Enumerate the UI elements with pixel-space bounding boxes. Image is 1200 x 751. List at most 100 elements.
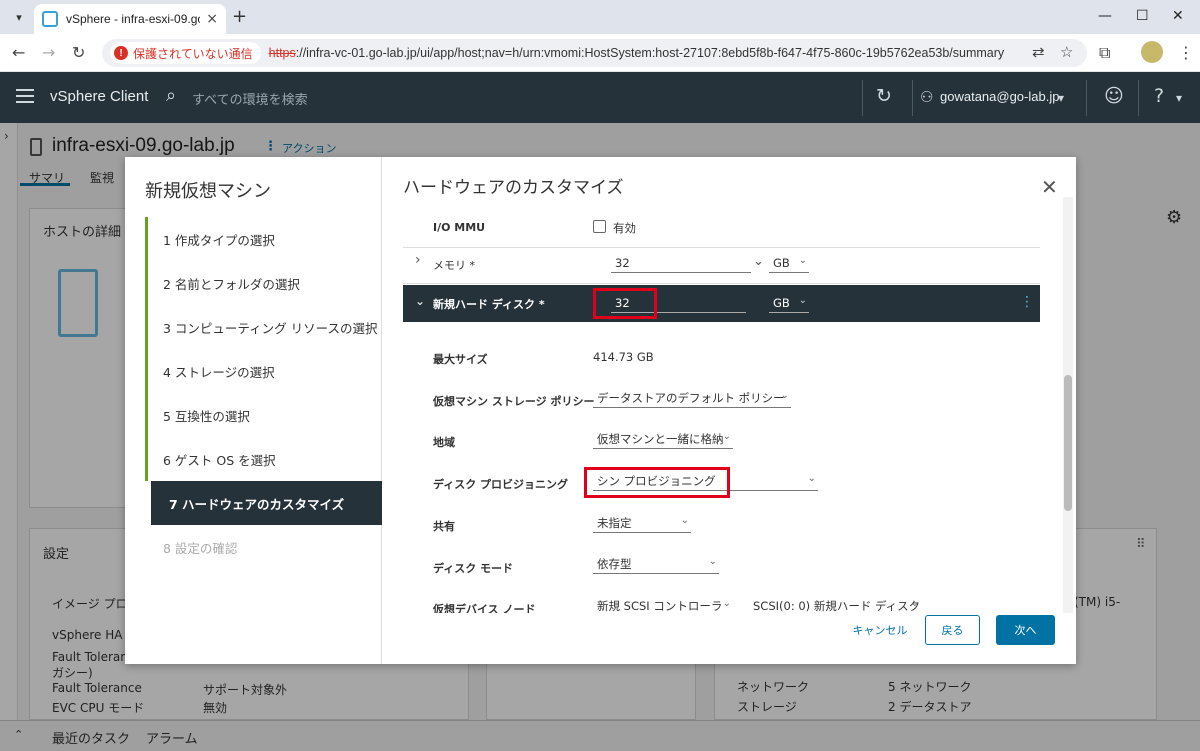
header-divider — [912, 80, 913, 116]
iommu-checkbox[interactable] — [593, 220, 606, 233]
memory-unit-value: GB — [773, 255, 790, 270]
back-arrow-icon[interactable]: ← — [12, 43, 25, 62]
hardware-settings-scroll-area[interactable]: I/O MMU 有効 › メモリ * 32 ⌄ GB ⌄ ⌄ 新規ハード ディス… — [403, 197, 1040, 613]
memory-unit-select[interactable]: GB ⌄ — [769, 253, 809, 273]
chevron-down-icon[interactable]: ⌄ — [415, 294, 425, 308]
new-hard-disk-header[interactable]: ⌄ 新規ハード ディスク * 32 GB ⌄ ⋮ — [403, 285, 1040, 322]
insecure-label: 保護されていない通信 — [133, 46, 253, 61]
memory-size-input[interactable]: 32 — [611, 253, 751, 273]
maximize-button[interactable]: ☐ — [1136, 8, 1149, 24]
chevron-down-icon: ▾ — [16, 10, 22, 24]
disk-unit-select[interactable]: GB ⌄ — [769, 293, 809, 313]
controller-select[interactable]: 新規 SCSI コントローラ ⌄ — [593, 596, 733, 613]
cancel-button[interactable]: キャンセル — [845, 615, 915, 645]
user-menu[interactable]: gowatana@go-lab.jp — [940, 89, 1059, 104]
storage-policy-value: データストアのデフォルト ポリシー — [597, 390, 785, 405]
chevron-down-icon[interactable]: ▾ — [1058, 91, 1064, 105]
tab-search-button[interactable]: ▾ — [8, 6, 30, 28]
browser-tab-bar: ▾ vSphere - infra-esxi-09.go-lab.jp × + … — [0, 0, 1200, 34]
chevron-down-icon: ⌄ — [722, 431, 731, 442]
page-title: ハードウェアのカスタマイズ — [403, 178, 624, 198]
chevron-down-icon: ⌄ — [910, 598, 919, 609]
reload-icon[interactable]: ↻ — [72, 43, 85, 62]
profile-avatar[interactable] — [1141, 41, 1163, 63]
insecure-badge[interactable]: ! 保護されていない通信 — [110, 42, 261, 64]
chevron-down-icon: ⌄ — [722, 598, 731, 609]
refresh-icon[interactable]: ↻ — [876, 85, 892, 107]
chevron-down-icon: ⌄ — [798, 295, 807, 306]
browser-tab[interactable]: vSphere - infra-esxi-09.go-lab.jp × — [34, 4, 226, 34]
more-menu-icon[interactable]: ⋮ — [1178, 43, 1194, 62]
minimize-button[interactable]: — — [1098, 8, 1112, 24]
virtual-device-node-label: 仮想デバイス ノード — [433, 603, 536, 613]
disk-provisioning-label: ディスク プロビジョニング — [433, 478, 569, 491]
chevron-down-icon[interactable]: ⌄ — [753, 254, 764, 269]
close-icon[interactable]: ✕ — [1041, 175, 1058, 199]
url-scheme: https — [268, 46, 296, 60]
url-omnibox[interactable]: ! 保護されていない通信 https ://infra-vc-01.go-lab… — [102, 39, 1087, 67]
disk-unit-value: GB — [773, 295, 790, 310]
wizard-step-3[interactable]: 3 コンピューティング リソースの選択 — [145, 305, 382, 349]
hamburger-menu-icon[interactable] — [16, 89, 34, 103]
storage-policy-label: 仮想マシン ストレージ ポリシー — [433, 395, 595, 408]
app-title: vSphere Client — [50, 88, 149, 105]
more-vertical-icon[interactable]: ⋮ — [1020, 294, 1034, 310]
controller-value: 新規 SCSI コントローラ — [597, 599, 723, 613]
disk-mode-label: ディスク モード — [433, 562, 514, 575]
wizard-step-4[interactable]: 4 ストレージの選択 — [145, 349, 382, 393]
warning-icon: ! — [114, 46, 128, 60]
location-select[interactable]: 仮想マシンと一緒に格納 ⌄ — [593, 429, 733, 449]
new-hard-disk-label: 新規ハード ディスク * — [433, 298, 545, 311]
forward-arrow-icon[interactable]: → — [42, 43, 55, 62]
max-size-label: 最大サイズ — [433, 353, 488, 366]
location-value: 仮想マシンと一緒に格納 — [597, 431, 724, 446]
device-node-value: SCSI(0: 0) 新規ハード ディスク — [753, 599, 921, 613]
header-divider — [1086, 80, 1087, 116]
sharing-value: 未指定 — [597, 515, 632, 530]
highlight-box — [584, 467, 730, 498]
search-icon[interactable]: ⌕ — [166, 85, 176, 106]
scrollbar[interactable] — [1063, 197, 1073, 613]
translate-icon[interactable]: ⇄ — [1032, 43, 1045, 61]
extensions-puzzle-icon[interactable]: ⧉ — [1099, 43, 1110, 63]
chevron-down-icon: ⌄ — [680, 515, 689, 526]
bookmark-star-icon[interactable]: ☆ — [1060, 43, 1073, 61]
wizard-steps-panel: 新規仮想マシン 1 作成タイプの選択 2 名前とフォルダの選択 3 コンピューテ… — [125, 157, 382, 664]
tab-title: vSphere - infra-esxi-09.go-lab.jp — [66, 12, 200, 26]
back-button[interactable]: 戻る — [925, 615, 980, 645]
sharing-select[interactable]: 未指定 ⌄ — [593, 513, 691, 533]
memory-label: メモリ * — [433, 259, 475, 272]
wizard-step-7[interactable]: 7 ハードウェアのカスタマイズ — [151, 481, 382, 525]
header-divider — [862, 80, 863, 116]
global-search-input[interactable]: すべての環境を検索 — [192, 89, 308, 108]
wizard-step-1[interactable]: 1 作成タイプの選択 — [145, 217, 382, 261]
iommu-option-label: 有効 — [613, 221, 636, 235]
chevron-down-icon[interactable]: ▾ — [1176, 91, 1182, 105]
header-divider — [1138, 80, 1139, 116]
window-close-button[interactable]: ✕ — [1172, 8, 1184, 24]
row-divider — [403, 247, 1040, 248]
feedback-smiley-icon[interactable]: ☺ — [1104, 85, 1124, 107]
wizard-step-2[interactable]: 2 名前とフォルダの選択 — [145, 261, 382, 305]
next-button[interactable]: 次へ — [996, 615, 1055, 645]
wizard-step-6[interactable]: 6 ゲスト OS を選択 — [145, 437, 382, 481]
chevron-down-icon: ⌄ — [780, 390, 789, 401]
user-icon: ⚇ — [920, 88, 934, 106]
disk-mode-select[interactable]: 依存型 ⌄ — [593, 554, 719, 574]
chevron-right-icon[interactable]: › — [415, 252, 421, 268]
vsphere-header: vSphere Client ⌕ すべての環境を検索 ↻ ⚇ gowatana@… — [0, 72, 1200, 123]
tab-close-icon[interactable]: × — [206, 11, 218, 27]
new-tab-button[interactable]: + — [232, 6, 247, 27]
wizard-step-list: 1 作成タイプの選択 2 名前とフォルダの選択 3 コンピューティング リソース… — [145, 217, 382, 569]
storage-policy-select[interactable]: データストアのデフォルト ポリシー ⌄ — [593, 388, 791, 408]
device-node-select[interactable]: SCSI(0: 0) 新規ハード ディスク ⌄ — [749, 596, 921, 613]
chevron-down-icon: ⌄ — [798, 255, 807, 266]
scrollbar-thumb[interactable] — [1064, 375, 1072, 511]
highlight-box — [593, 288, 657, 319]
help-icon[interactable]: ? — [1154, 85, 1164, 107]
vsphere-favicon-icon — [42, 11, 58, 27]
chevron-down-icon: ⌄ — [807, 473, 816, 484]
new-vm-wizard-dialog: 新規仮想マシン 1 作成タイプの選択 2 名前とフォルダの選択 3 コンピューテ… — [125, 157, 1076, 664]
location-label: 地域 — [433, 436, 455, 449]
wizard-step-5[interactable]: 5 互換性の選択 — [145, 393, 382, 437]
